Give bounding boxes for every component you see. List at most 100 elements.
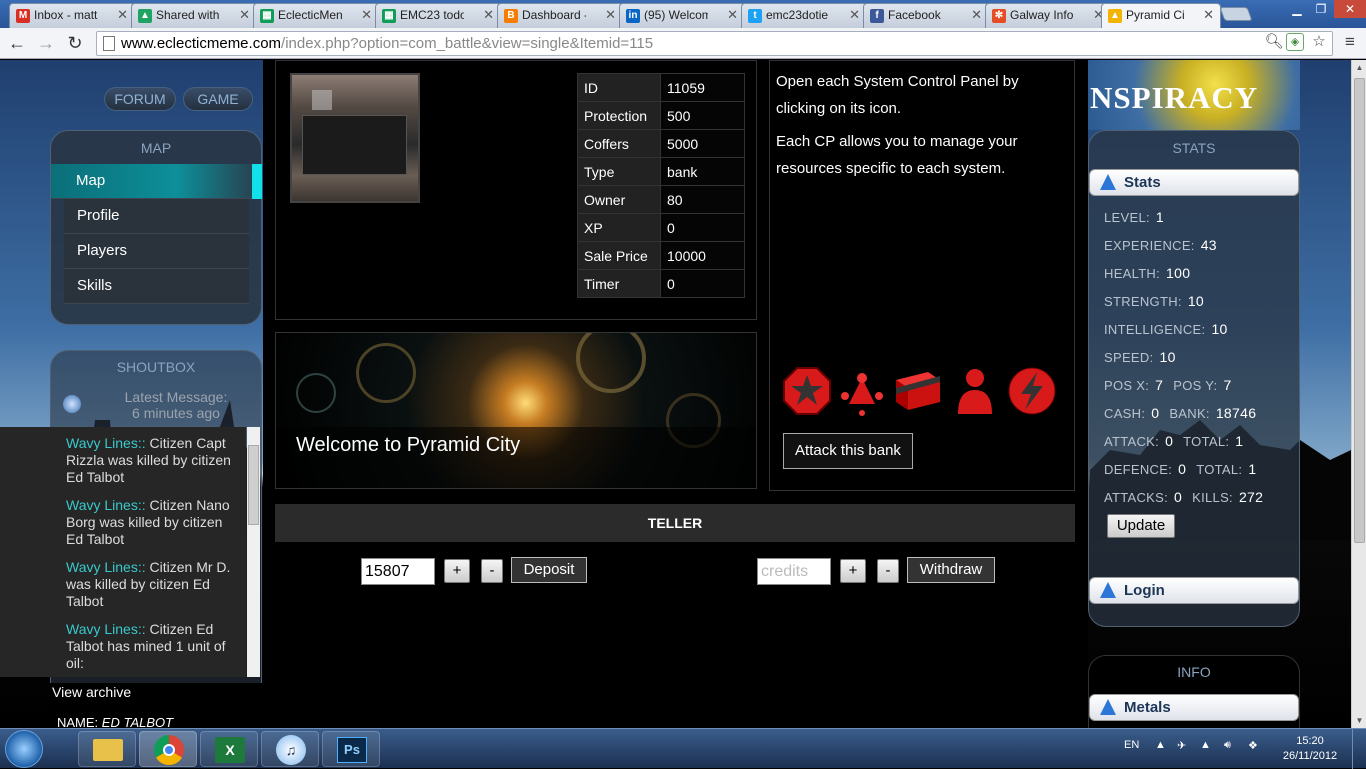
scrollbar-thumb[interactable] (1354, 78, 1365, 543)
forward-icon[interactable]: → (35, 32, 57, 54)
shout-nick[interactable]: Wavy Lines:: (66, 435, 146, 451)
sidebar-item-skills[interactable]: Skills (64, 269, 249, 304)
show-desktop-button[interactable] (1352, 729, 1366, 769)
shout-nick[interactable]: Wavy Lines:: (66, 497, 146, 513)
browser-tab[interactable]: ▦ EMC23 todo ✕ (375, 3, 501, 28)
linkedin-icon: in (626, 9, 640, 23)
close-window-icon[interactable]: ✕ (1334, 0, 1366, 18)
sidebar-item-map[interactable]: Map (51, 164, 262, 199)
maximize-icon[interactable]: ❐ (1308, 0, 1334, 18)
address-bar[interactable]: www.eclecticmeme.com/index.php?option=co… (96, 31, 1333, 56)
volume-icon[interactable]: 🔊︎ (1224, 739, 1231, 752)
row-value: 10000 (660, 241, 745, 270)
view-archive-link[interactable]: View archive (52, 684, 131, 700)
forum-nav-button[interactable]: FORUM (104, 87, 176, 111)
browser-tab[interactable]: t emc23dotie ✕ (741, 3, 867, 28)
deposit-button[interactable]: Deposit (511, 557, 587, 583)
tab-close-icon[interactable]: ✕ (849, 7, 860, 23)
tab-close-icon[interactable]: ✕ (483, 7, 494, 23)
itunes-taskbar-icon[interactable]: ♫ (261, 731, 319, 767)
tab-close-icon[interactable]: ✕ (971, 7, 982, 23)
chrome-taskbar-icon[interactable] (139, 731, 197, 767)
browser-tab-bar: M Inbox - matt ✕ ▲ Shared with ✕ ▦ EclecticMen ✕… (0, 0, 1366, 28)
stats-tab[interactable]: Stats (1089, 169, 1299, 196)
stat-position: POS X: 7 POS Y: 7 (1104, 377, 1232, 393)
warning-icon: ▲ (1108, 9, 1122, 23)
triangle-icon (1100, 699, 1116, 715)
stats-tab-label: Stats (1124, 174, 1161, 191)
triangle-icon (1100, 582, 1116, 598)
row-key: XP (577, 213, 661, 242)
row-value: 0 (660, 213, 745, 242)
minimize-icon[interactable]: ▁ (1284, 0, 1310, 18)
deposit-amount-input[interactable]: 15807 (361, 558, 435, 585)
tab-close-icon[interactable]: ✕ (117, 7, 128, 23)
sidebar-item-profile[interactable]: Profile (64, 199, 249, 234)
back-icon[interactable]: ← (6, 32, 28, 54)
zoom-icon[interactable]: 🔍︎ (1264, 32, 1284, 52)
shout-nick[interactable]: Wavy Lines:: (66, 559, 146, 575)
menu-icon[interactable]: ≡ (1340, 32, 1360, 52)
withdraw-plus-button[interactable]: + (840, 559, 866, 583)
game-nav-button[interactable]: GAME (183, 87, 253, 111)
star-octagon-icon[interactable] (782, 366, 832, 416)
attack-bank-button[interactable]: Attack this bank (783, 433, 913, 469)
language-indicator[interactable]: EN (1124, 739, 1139, 751)
row-key: Sale Price (577, 241, 661, 270)
info-panel: INFO Metals (1088, 655, 1300, 728)
update-button[interactable]: Update (1107, 514, 1175, 538)
dropbox-icon[interactable]: ❖ (1248, 739, 1258, 752)
browser-tab[interactable]: ▲ Pyramid City ✕ (1101, 3, 1221, 28)
withdraw-minus-button[interactable]: - (877, 559, 899, 583)
map-panel: MAP Map Profile Players Skills (50, 130, 262, 325)
sidebar-item-players[interactable]: Players (64, 234, 249, 269)
browser-tab[interactable]: ✻ Galway Info ✕ (985, 3, 1111, 28)
photoshop-taskbar-icon[interactable]: Ps (322, 731, 380, 767)
reload-icon[interactable]: ↻ (64, 32, 86, 54)
extension-icon[interactable]: ◈ (1286, 33, 1304, 51)
metals-tab[interactable]: Metals (1089, 694, 1299, 721)
bookmark-star-icon[interactable]: ☆ (1309, 32, 1329, 52)
clock[interactable]: 15:20 26/11/2012 (1280, 734, 1340, 764)
browser-tab[interactable]: B Dashboard - ✕ (497, 3, 623, 28)
show-hidden-icons[interactable]: ▲ (1155, 739, 1166, 751)
tab-close-icon[interactable]: ✕ (361, 7, 372, 23)
tab-close-icon[interactable]: ✕ (727, 7, 738, 23)
withdraw-amount-input[interactable]: credits (757, 558, 831, 585)
shout-nick[interactable]: Wavy Lines:: (66, 621, 146, 637)
browser-tab[interactable]: ▦ EclecticMen ✕ (253, 3, 379, 28)
lightning-icon[interactable] (1007, 366, 1057, 416)
browser-tab[interactable]: M Inbox - matt ✕ (9, 3, 135, 28)
browser-tab[interactable]: ▲ Shared with ✕ (131, 3, 257, 28)
scroll-down-icon[interactable]: ▼ (1352, 713, 1366, 728)
tab-close-icon[interactable]: ✕ (1203, 7, 1214, 23)
name-value: ED TALBOT (101, 715, 174, 728)
new-tab-button[interactable] (1219, 7, 1253, 21)
drive-icon[interactable]: ▲ (1200, 739, 1211, 751)
table-row: XP 0 (577, 213, 745, 242)
page-scrollbar[interactable]: ▲ ▼ (1351, 60, 1366, 728)
pin-icon[interactable]: ✈ (1177, 739, 1186, 752)
stat-experience: EXPERIENCE: 43 (1104, 237, 1217, 253)
deposit-plus-button[interactable]: + (444, 559, 470, 583)
excel-taskbar-icon[interactable]: X (200, 731, 258, 767)
browser-tab[interactable]: in (95) Welcom ✕ (619, 3, 745, 28)
start-button[interactable] (5, 730, 43, 768)
crate-icon[interactable] (892, 366, 942, 416)
shout-message: Wavy Lines:: Citizen Ed Talbot has mined… (66, 621, 242, 672)
table-row: Coffers 5000 (577, 129, 745, 158)
scroll-up-icon[interactable]: ▲ (1352, 60, 1366, 75)
explorer-taskbar-icon[interactable] (78, 731, 136, 767)
tab-close-icon[interactable]: ✕ (605, 7, 616, 23)
browser-tab[interactable]: f Facebook ✕ (863, 3, 989, 28)
molecule-icon[interactable] (837, 366, 887, 416)
tab-close-icon[interactable]: ✕ (239, 7, 250, 23)
withdraw-button[interactable]: Withdraw (907, 557, 995, 583)
login-tab[interactable]: Login (1089, 577, 1299, 604)
person-icon[interactable] (950, 366, 1000, 416)
deposit-minus-button[interactable]: - (481, 559, 503, 583)
shoutbox-scrollbar[interactable] (247, 427, 260, 677)
shout-message: Wavy Lines:: Citizen Capt Rizzla was kil… (66, 435, 242, 486)
row-value: 11059 (660, 73, 745, 102)
scrollbar-thumb[interactable] (248, 445, 259, 525)
